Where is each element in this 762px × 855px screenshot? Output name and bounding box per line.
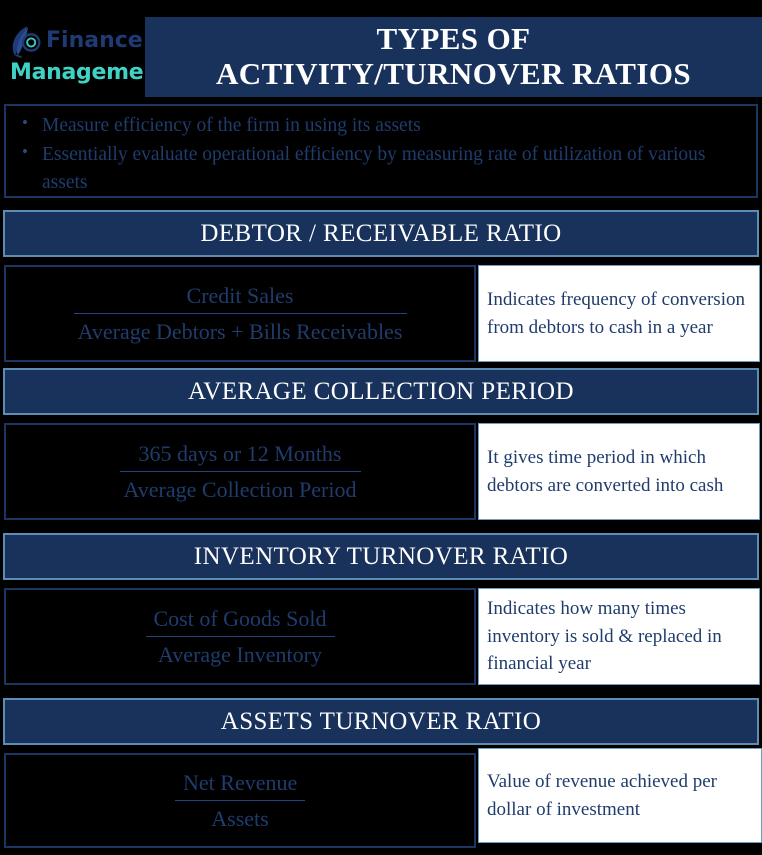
formula-fraction-2: 365 days or 12 Months Average Collection…	[119, 440, 361, 503]
formula-numerator-2: 365 days or 12 Months	[138, 441, 342, 466]
formula-numerator-3: Cost of Goods Sold	[153, 606, 327, 631]
description-box-1: Indicates frequency of conversion from d…	[478, 265, 760, 362]
formula-divider-3	[145, 635, 335, 637]
brand-logo: Finance Management	[8, 14, 169, 92]
formula-box-3: Cost of Goods Sold Average Inventory	[4, 588, 476, 685]
section-header-bar-3: INVENTORY TURNOVER RATIO	[3, 533, 759, 580]
formula-divider-2	[119, 470, 361, 472]
description-text-2: It gives time period in which debtors ar…	[487, 446, 724, 496]
page-title: TYPES OF ACTIVITY/TURNOVER RATIOS	[145, 17, 762, 97]
intro-bullet-list: Measure efficiency of the firm in using …	[20, 111, 746, 197]
description-text-3: Indicates how many times inventory is so…	[487, 597, 722, 675]
graduation-cap-icon	[12, 26, 41, 58]
formula-fraction-1: Credit Sales Average Debtors + Bills Rec…	[73, 282, 407, 345]
formula-fraction-3: Cost of Goods Sold Average Inventory	[145, 605, 335, 668]
section-header-bar-2: AVERAGE COLLECTION PERIOD	[3, 368, 759, 415]
bottom-strip	[0, 848, 762, 855]
section-heading-4: ASSETS TURNOVER RATIO	[220, 708, 542, 735]
formula-denominator-3: Average Inventory	[158, 641, 322, 667]
formula-fraction-4: Net Revenue Assets	[175, 769, 305, 832]
description-box-2: It gives time period in which debtors ar…	[478, 423, 760, 520]
formula-numerator-1: Credit Sales	[186, 283, 294, 308]
infographic-page: Finance Management TYPES OF ACTIVITY/TUR…	[0, 0, 762, 855]
formula-denominator-1: Average Debtors + Bills Receivables	[77, 318, 403, 344]
description-text-4: Value of revenue achieved per dollar of …	[487, 770, 717, 820]
description-box-4: Value of revenue achieved per dollar of …	[478, 748, 762, 843]
description-text-1: Indicates frequency of conversion from d…	[487, 288, 745, 338]
section-header-bar-1: DEBTOR / RECEIVABLE RATIO	[3, 210, 759, 257]
section-inventory-turnover-ratio: INVENTORY TURNOVER RATIO Cost of Goods S…	[0, 533, 762, 685]
description-box-3: Indicates how many times inventory is so…	[478, 588, 760, 685]
intro-bullet-2: Essentially evaluate operational efficie…	[20, 140, 746, 197]
section-debtor-receivable-ratio: DEBTOR / RECEIVABLE RATIO Credit Sales A…	[0, 210, 762, 362]
section-heading-2: AVERAGE COLLECTION PERIOD	[188, 378, 574, 405]
page-title-line-2: ACTIVITY/TURNOVER RATIOS	[216, 56, 691, 91]
section-header-bar-4: ASSETS TURNOVER RATIO	[3, 698, 759, 745]
page-title-line-1: TYPES OF	[376, 21, 531, 57]
formula-box-2: 365 days or 12 Months Average Collection…	[4, 423, 476, 520]
page-header: Finance Management TYPES OF ACTIVITY/TUR…	[0, 0, 762, 104]
brand-logo-top-row: Finance	[8, 22, 143, 60]
section-heading-3: INVENTORY TURNOVER RATIO	[193, 543, 569, 570]
intro-bullet-1: Measure efficiency of the firm in using …	[20, 111, 746, 140]
formula-denominator-4: Assets	[211, 805, 269, 831]
formula-denominator-2: Average Collection Period	[123, 476, 357, 502]
section-average-collection-period: AVERAGE COLLECTION PERIOD 365 days or 12…	[0, 368, 762, 520]
formula-numerator-4: Net Revenue	[183, 770, 298, 795]
brand-word-finance: Finance	[46, 28, 143, 53]
intro-box: Measure efficiency of the firm in using …	[4, 104, 758, 198]
section-assets-turnover-ratio: ASSETS TURNOVER RATIO Net Revenue Assets…	[0, 698, 762, 848]
formula-divider-4	[175, 799, 305, 801]
formula-divider-1	[73, 312, 407, 314]
formula-box-1: Credit Sales Average Debtors + Bills Rec…	[4, 265, 476, 362]
section-heading-1: DEBTOR / RECEIVABLE RATIO	[200, 220, 562, 247]
formula-box-4: Net Revenue Assets	[4, 753, 476, 848]
